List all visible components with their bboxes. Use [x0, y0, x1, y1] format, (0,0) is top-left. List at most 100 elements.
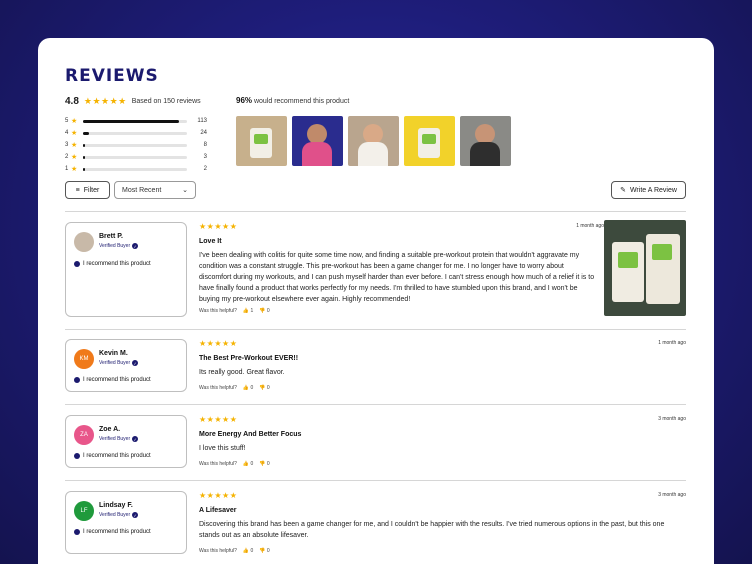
distribution-bar: [83, 131, 187, 135]
distribution-count: 113: [197, 118, 207, 124]
check-icon: ✓: [132, 512, 139, 518]
helpful-down-count: 0: [266, 548, 270, 554]
review-title: Love It: [199, 238, 222, 245]
product-tub: [250, 128, 272, 158]
distribution-count: 2: [203, 166, 207, 172]
avatar: LF: [74, 501, 94, 521]
review-title: The Best Pre-Workout EVER!!: [199, 355, 299, 362]
recommend-label: I recommend this product: [83, 377, 151, 383]
avatar: [74, 232, 94, 252]
thumbs-up-icon: [74, 377, 80, 383]
reviewer-card: Brett P. Verified Buyer ✓ I recommend thi…: [65, 222, 187, 317]
verified-label: Verified Buyer: [99, 436, 131, 442]
verified-label: Verified Buyer: [99, 512, 131, 518]
review-date: 1 month ago: [658, 340, 686, 346]
product-tub: [418, 128, 440, 158]
rating-distribution: 5 ★ 113 4 ★ 24 3 ★ 8 2 ★ 3 1 ★ 2: [65, 115, 207, 175]
divider: [65, 480, 686, 481]
distribution-row-2[interactable]: 2 ★ 3: [65, 151, 207, 163]
helpful-up-button[interactable]: 👍 0: [243, 385, 253, 391]
review-item: ZA Zoe A. Verified Buyer ✓ I recommend th…: [65, 415, 686, 479]
check-icon: ✓: [132, 243, 139, 249]
customer-photo[interactable]: [236, 116, 287, 166]
review-item: KM Kevin M. Verified Buyer ✓ I recommend …: [65, 339, 686, 403]
distribution-row-5[interactable]: 5 ★ 113: [65, 115, 207, 127]
average-stars-icon: ★★★★★: [83, 96, 127, 106]
rating-summary: 4.8 ★★★★★ Based on 150 reviews: [65, 96, 201, 107]
customer-photo[interactable]: [404, 116, 455, 166]
chevron-down-icon: ⌄: [182, 187, 188, 194]
verified-badge: Verified Buyer ✓: [99, 360, 139, 366]
recommend-flag: I recommend this product: [74, 529, 151, 535]
helpful-down-button[interactable]: 👎 0: [259, 385, 269, 391]
page-title: REVIEWS: [65, 66, 159, 86]
helpful-down-count: 0: [266, 461, 270, 467]
write-review-label: Write A Review: [629, 186, 677, 194]
reviewer-name: Lindsay F.: [99, 502, 133, 509]
review-stars-icon: ★★★★★: [199, 339, 238, 348]
helpful-up-button[interactable]: 👍 0: [243, 548, 253, 554]
average-rating: 4.8: [65, 96, 79, 107]
distribution-row-1[interactable]: 1 ★ 2: [65, 163, 207, 175]
reviewer-card: ZA Zoe A. Verified Buyer ✓ I recommend th…: [65, 415, 187, 468]
distribution-row-4[interactable]: 4 ★ 24: [65, 127, 207, 139]
review-body: I love this stuff!: [199, 445, 246, 452]
recommend-percent: 96%: [236, 96, 253, 105]
review-stars-icon: ★★★★★: [199, 415, 238, 424]
helpful-up-count: 0: [250, 548, 254, 554]
verified-label: Verified Buyer: [99, 360, 131, 366]
review-item: LF Lindsay F. Verified Buyer ✓ I recommen…: [65, 491, 686, 561]
helpful-up-count: 0: [250, 461, 254, 467]
distribution-count: 3: [203, 154, 207, 160]
distribution-bar: [83, 143, 187, 147]
helpful-down-button[interactable]: 👎 0: [259, 461, 269, 467]
review-body: Its really good. Great flavor.: [199, 369, 285, 376]
recommend-text: would recommend this product: [253, 98, 350, 105]
recommend-flag: I recommend this product: [74, 377, 151, 383]
review-stars-icon: ★★★★★: [199, 222, 238, 231]
helpful-down-button[interactable]: 👎 0: [259, 308, 269, 314]
helpful-row: Was this helpful? 👍 0 👎 0: [199, 385, 270, 391]
customer-photo[interactable]: [460, 116, 511, 166]
person-head: [363, 124, 383, 144]
thumbs-up-icon: [74, 453, 80, 459]
filter-label: Filter: [83, 186, 100, 194]
distribution-bar-fill: [83, 155, 86, 159]
reviewer-name: Zoe A.: [99, 426, 121, 433]
person-head: [475, 124, 495, 144]
helpful-row: Was this helpful? 👍 0 👎 0: [199, 461, 270, 467]
person-body: [302, 142, 332, 166]
customer-photo[interactable]: [292, 116, 343, 166]
distribution-bar-fill: [83, 131, 90, 135]
star-icon: ★: [71, 142, 78, 149]
helpful-down-button[interactable]: 👎 0: [259, 548, 269, 554]
filter-icon: ≡: [75, 186, 80, 194]
filter-button[interactable]: ≡ Filter: [65, 181, 110, 199]
write-review-button[interactable]: ✎ Write A Review: [611, 181, 686, 199]
recommend-label: I recommend this product: [83, 261, 151, 267]
check-icon: ✓: [132, 436, 139, 442]
helpful-up-button[interactable]: 👍 0: [243, 461, 253, 467]
check-icon: ✓: [132, 360, 139, 366]
sort-select[interactable]: Most Recent ⌄: [114, 181, 196, 199]
sort-value: Most Recent: [122, 186, 162, 194]
review-stars-icon: ★★★★★: [199, 491, 238, 500]
helpful-row: Was this helpful? 👍 0 👎 0: [199, 548, 270, 554]
verified-label: Verified Buyer: [99, 243, 131, 249]
review-item: Brett P. Verified Buyer ✓ I recommend thi…: [65, 220, 686, 328]
distribution-bar: [83, 155, 187, 159]
product-tub: [612, 242, 644, 302]
review-count: Based on 150 reviews: [131, 98, 201, 105]
customer-photo[interactable]: [348, 116, 399, 166]
thumbs-up-icon: [74, 529, 80, 535]
star-icon: ★: [71, 154, 78, 161]
avatar: KM: [74, 349, 94, 369]
star-icon: ★: [71, 130, 78, 137]
distribution-row-3[interactable]: 3 ★ 8: [65, 139, 207, 151]
helpful-up-button[interactable]: 👍 1: [243, 308, 253, 314]
distribution-bar-fill: [83, 143, 86, 147]
review-title: More Energy And Better Focus: [199, 431, 302, 438]
helpful-down-count: 0: [266, 308, 270, 314]
review-photo[interactable]: [604, 220, 686, 316]
verified-badge: Verified Buyer ✓: [99, 436, 139, 442]
